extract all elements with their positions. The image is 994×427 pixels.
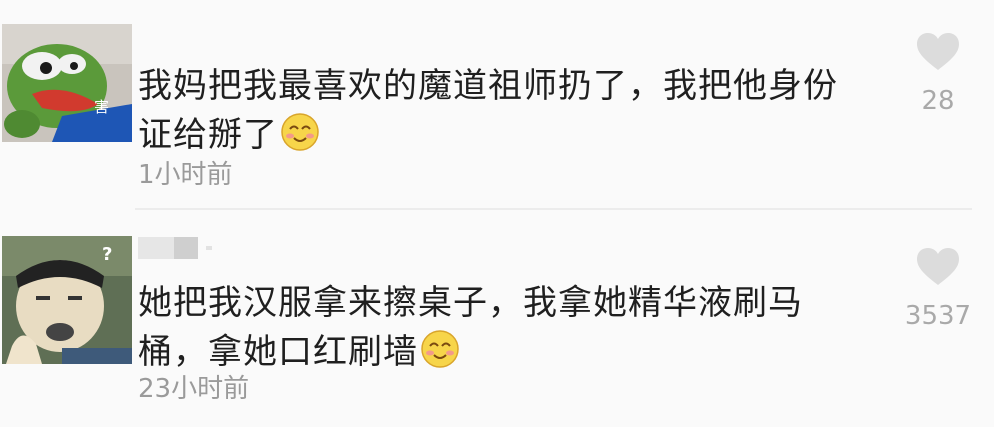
avatar-badge: 害 <box>94 98 110 116</box>
divider <box>135 208 972 210</box>
pepe-frog-avatar-icon <box>2 24 132 142</box>
avatar[interactable]: ? <box>2 236 132 364</box>
like-button[interactable]: 28 <box>896 32 980 116</box>
comment-item: ? 她把我汉服拿来擦桌子，我拿她精华液刷马桶，拿她口红刷墙 23小时前 3537 <box>0 211 994 427</box>
like-count: 28 <box>921 86 955 116</box>
comment-item: 害 我妈把我最喜欢的魔道祖师扔了，我把他身份证给掰了 1小时前 28 <box>0 0 994 211</box>
smiling-face-emoji-icon <box>281 113 319 151</box>
comment-text: 她把我汉服拿来擦桌子，我拿她精华液刷马桶，拿她口红刷墙 <box>138 279 838 377</box>
avatar-badge: ? <box>102 244 113 265</box>
meme-face-avatar-icon <box>2 236 132 364</box>
username-redacted <box>138 237 212 263</box>
comment-timestamp: 23小时前 <box>138 374 250 404</box>
smiling-face-emoji-icon <box>421 330 459 368</box>
like-button[interactable]: 3537 <box>896 247 980 331</box>
like-count: 3537 <box>904 301 972 331</box>
heart-icon <box>917 248 959 285</box>
comment-body: 我妈把我最喜欢的魔道祖师扔了，我把他身份证给掰了 <box>138 66 838 155</box>
heart-icon <box>917 33 959 70</box>
avatar[interactable]: 害 <box>2 24 132 142</box>
comment-timestamp: 1小时前 <box>138 160 233 190</box>
comment-text: 我妈把我最喜欢的魔道祖师扔了，我把他身份证给掰了 <box>138 62 838 160</box>
comment-body: 她把我汉服拿来擦桌子，我拿她精华液刷马桶，拿她口红刷墙 <box>138 283 803 372</box>
